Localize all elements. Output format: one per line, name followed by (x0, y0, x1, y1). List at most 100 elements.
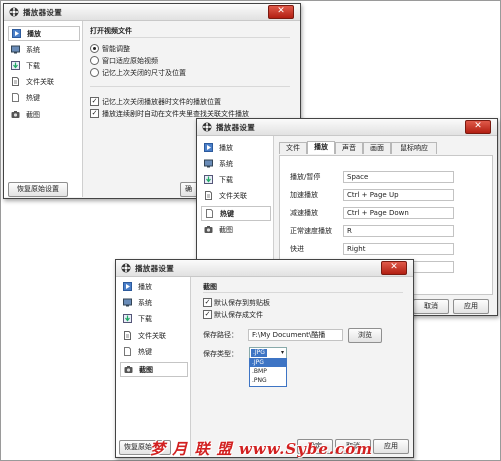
sidebar-item-label: 下载 (219, 176, 233, 184)
sidebar-item-file-association[interactable]: 文件关联 (8, 75, 78, 88)
sidebar-item-file-association[interactable]: 文件关联 (201, 189, 269, 202)
close-button[interactable]: ✕ (381, 261, 407, 275)
sidebar-item-label: 截图 (219, 226, 233, 234)
tab-file[interactable]: 文件 (279, 142, 307, 154)
sidebar-item-system[interactable]: 系统 (201, 157, 269, 170)
chevron-down-icon: ▾ (280, 349, 284, 356)
checkbox-remember-position[interactable]: ✓ (90, 97, 99, 106)
hotkey-field[interactable]: Ctrl + Page Down (343, 207, 454, 219)
sidebar-item-play[interactable]: 播放 (201, 141, 269, 154)
app-icon (9, 7, 19, 17)
tab-picture[interactable]: 画面 (363, 142, 391, 154)
sidebar-item-label: 热键 (220, 210, 234, 218)
sidebar-item-file-association[interactable]: 文件关联 (120, 329, 186, 342)
dropdown-option[interactable]: .JPG (250, 359, 286, 367)
sidebar-item-system[interactable]: 系统 (120, 296, 186, 309)
restore-defaults-button[interactable]: 恢复原始设置 (8, 182, 68, 197)
title-bar[interactable]: 播放器设置 ✕ (4, 4, 300, 21)
sidebar-item-play[interactable]: 播放 (120, 280, 186, 293)
dropdown-option[interactable]: .BMP (250, 368, 286, 376)
save-type-dropdown: .JPG .BMP .PNG (249, 358, 287, 387)
sidebar-item-system[interactable]: 系统 (8, 43, 78, 56)
hotkey-icon (124, 347, 131, 356)
tab-bar: 文件 播放 声音 画面 鼠标响应 (279, 141, 489, 155)
save-path-label: 保存路径： (203, 331, 238, 339)
sidebar-item-label: 截图 (139, 366, 153, 374)
hotkey-action: 加速播放 (290, 191, 318, 199)
sidebar-item-label: 下载 (138, 315, 152, 323)
save-path-input[interactable]: F:\My Document\酷播 (248, 329, 343, 341)
checkbox-auto-series[interactable]: ✓ (90, 109, 99, 118)
divider (203, 292, 403, 293)
sidebar-item-label: 播放 (219, 144, 233, 152)
close-button[interactable]: ✕ (268, 5, 294, 19)
hotkey-field[interactable]: Space (343, 171, 454, 183)
sidebar-item-hotkey[interactable]: 热键 (8, 91, 78, 104)
close-button[interactable]: ✕ (465, 120, 491, 134)
dropdown-option[interactable]: .PNG (250, 377, 286, 385)
divider (90, 86, 290, 87)
file-association-icon (124, 331, 131, 340)
screenshot-icon (124, 366, 133, 373)
system-icon (123, 298, 132, 307)
hotkey-action: 减速播放 (290, 209, 318, 217)
download-icon (204, 175, 213, 184)
sidebar-item-download[interactable]: 下载 (8, 59, 78, 72)
download-icon (11, 61, 20, 70)
system-icon (11, 45, 20, 54)
radio-smart-adjust[interactable] (90, 44, 99, 53)
sidebar-item-screenshot[interactable]: 截图 (201, 223, 269, 236)
hotkey-action: 快进 (290, 245, 304, 253)
play-icon (12, 29, 21, 38)
radio-remember-size[interactable] (90, 68, 99, 77)
watermark: 梦 月 联 盟 www.Sybe.com (150, 440, 374, 458)
app-icon (202, 122, 212, 132)
sidebar: 播放 系统 下载 文件关联 热键 截图 恢复原始设置 (4, 21, 83, 197)
checkbox-save-file[interactable]: ✓ (203, 310, 212, 319)
hotkey-icon (206, 209, 213, 218)
radio-fit-original[interactable] (90, 56, 99, 65)
file-association-icon (205, 191, 212, 200)
play-icon (204, 143, 213, 152)
sidebar-item-label: 系统 (219, 160, 233, 168)
download-icon (123, 314, 132, 323)
sidebar-item-label: 播放 (27, 30, 41, 38)
sidebar-item-label: 系统 (26, 46, 40, 54)
sidebar-item-hotkey[interactable]: 热键 (201, 206, 271, 221)
sidebar-item-screenshot[interactable]: 截图 (120, 362, 188, 377)
sidebar-item-download[interactable]: 下载 (201, 173, 269, 186)
screenshot-icon (204, 226, 213, 233)
title-bar[interactable]: 播放器设置 ✕ (197, 119, 497, 136)
hotkey-field[interactable]: Right (343, 243, 454, 255)
checkbox-label: 默认保存成文件 (214, 311, 263, 319)
sidebar-item-label: 系统 (138, 299, 152, 307)
sidebar-item-label: 文件关联 (138, 332, 166, 340)
sidebar-item-download[interactable]: 下载 (120, 312, 186, 325)
sidebar-item-label: 文件关联 (26, 78, 54, 86)
tab-sound[interactable]: 声音 (335, 142, 363, 154)
hotkey-field[interactable]: Ctrl + Page Up (343, 189, 454, 201)
sidebar-item-hotkey[interactable]: 热键 (120, 345, 186, 358)
section-title: 打开视频文件 (90, 27, 132, 35)
hotkey-field[interactable]: R (343, 225, 454, 237)
window-title: 播放器设置 (135, 264, 174, 273)
browse-button[interactable]: 浏览 (348, 328, 382, 343)
hotkey-icon (12, 93, 19, 102)
radio-label: 智能调整 (102, 45, 130, 53)
close-icon: ✕ (474, 121, 482, 131)
title-bar[interactable]: 播放器设置 ✕ (116, 260, 413, 277)
sidebar-item-label: 文件关联 (219, 192, 247, 200)
sidebar-item-screenshot[interactable]: 截图 (8, 108, 78, 121)
sidebar-item-label: 热键 (26, 94, 40, 102)
play-icon (123, 282, 132, 291)
checkbox-label: 默认保存到剪贴板 (214, 299, 270, 307)
sidebar-item-play[interactable]: 播放 (8, 26, 80, 41)
tab-play[interactable]: 播放 (307, 141, 335, 154)
save-type-value: .JPG (251, 349, 267, 357)
apply-button[interactable]: 应用 (373, 439, 409, 454)
tab-mouse[interactable]: 鼠标响应 (391, 142, 437, 154)
apply-button[interactable]: 应用 (453, 299, 489, 314)
checkbox-save-clipboard[interactable]: ✓ (203, 298, 212, 307)
sidebar-item-label: 热键 (138, 348, 152, 356)
cancel-button[interactable]: 取消 (413, 299, 449, 314)
